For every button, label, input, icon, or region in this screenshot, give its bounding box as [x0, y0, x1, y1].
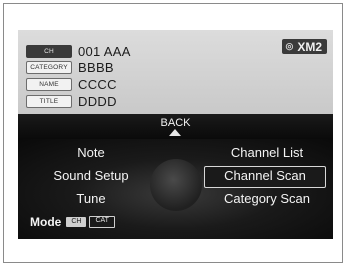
- tune-button[interactable]: Tune: [36, 189, 146, 209]
- title-value: DDDD: [78, 93, 117, 109]
- back-button[interactable]: BACK: [18, 114, 333, 139]
- mode-cat-option[interactable]: CAT: [89, 216, 115, 228]
- audio-screen: CH 001 AAA CATEGORY BBBB NAME CCCC TITLE…: [18, 30, 333, 239]
- band-label: XM2: [297, 39, 322, 54]
- title-row: TITLE DDDD: [26, 93, 117, 109]
- category-value: BBBB: [78, 59, 114, 75]
- channel-value: 001 AAA: [78, 43, 131, 59]
- note-button[interactable]: Note: [36, 143, 146, 163]
- category-scan-button[interactable]: Category Scan: [208, 189, 326, 209]
- figure-frame: CH 001 AAA CATEGORY BBBB NAME CCCC TITLE…: [3, 3, 343, 263]
- name-row: NAME CCCC: [26, 76, 117, 92]
- sound-setup-button[interactable]: Sound Setup: [36, 166, 146, 186]
- channel-row: CH 001 AAA: [26, 43, 131, 59]
- mode-ch-option[interactable]: CH: [66, 217, 87, 227]
- name-value: CCCC: [78, 76, 117, 92]
- selector-knob-graphic: [150, 159, 202, 211]
- info-panel: CH 001 AAA CATEGORY BBBB NAME CCCC TITLE…: [18, 30, 333, 114]
- category-tag: CATEGORY: [26, 60, 72, 74]
- menu-panel: Note Sound Setup Tune Channel List Chann…: [18, 139, 333, 239]
- category-row: CATEGORY BBBB: [26, 59, 114, 75]
- channel-list-button[interactable]: Channel List: [208, 143, 326, 163]
- channel-scan-button[interactable]: Channel Scan: [204, 166, 326, 188]
- mode-label: Mode: [30, 215, 62, 229]
- back-label: BACK: [160, 117, 191, 129]
- band-badge: ◎ XM2: [282, 39, 327, 54]
- title-tag: TITLE: [26, 94, 72, 108]
- mode-selector[interactable]: Mode CH CAT: [30, 214, 118, 230]
- name-tag: NAME: [26, 77, 72, 91]
- up-arrow-icon: [169, 129, 181, 136]
- channel-tag: CH: [26, 44, 72, 58]
- satellite-icon: ◎: [285, 41, 294, 51]
